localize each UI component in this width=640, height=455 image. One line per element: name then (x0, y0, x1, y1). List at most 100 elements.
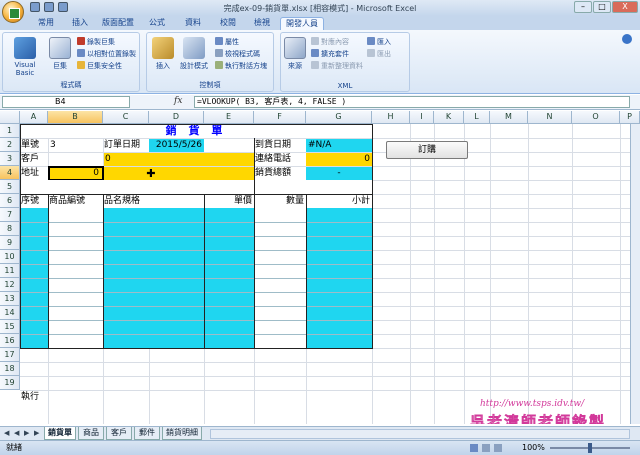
sheet-tab-sales-slip[interactable]: 銷貨單 (44, 427, 76, 440)
horizontal-scrollbar[interactable] (210, 429, 630, 439)
gridline (20, 334, 372, 335)
column-header-f[interactable]: F (254, 111, 306, 124)
watermark-signature: 吳老清師老師錄製 (469, 413, 607, 425)
first-sheet-icon[interactable]: ◀ (4, 429, 9, 437)
column-header-b[interactable]: B (48, 111, 103, 124)
visual-basic-button[interactable]: Visual Basic (5, 37, 45, 77)
column-header-e[interactable]: E (204, 111, 254, 124)
office-button-icon[interactable] (2, 1, 24, 23)
macros-button[interactable]: 巨集 (47, 37, 73, 71)
vertical-scrollbar[interactable] (630, 124, 640, 424)
column-header-a[interactable]: A (20, 111, 48, 124)
row-header-7[interactable]: 7 (0, 208, 20, 222)
page-layout-view-icon[interactable] (482, 444, 490, 452)
source-button[interactable]: 來源 (283, 37, 307, 71)
row-header-5[interactable]: 5 (0, 180, 20, 194)
tab-view[interactable]: 檢視 (246, 17, 278, 30)
row-header-6[interactable]: 6 (0, 194, 20, 208)
select-all-corner[interactable] (0, 111, 20, 124)
column-header-g[interactable]: G (306, 111, 372, 124)
cell-e2[interactable] (204, 139, 254, 152)
row-header-10[interactable]: 10 (0, 250, 20, 264)
column-header-h[interactable]: H (372, 111, 410, 124)
view-code-button[interactable]: 檢視程式碼 (215, 49, 260, 59)
close-button[interactable]: X (612, 1, 638, 13)
column-header-m[interactable]: M (490, 111, 528, 124)
sheet-tab-products[interactable]: 商品 (78, 427, 104, 440)
column-header-n[interactable]: N (528, 111, 572, 124)
next-sheet-icon[interactable]: ▶ (24, 429, 29, 437)
properties-button[interactable]: 屬性 (215, 37, 239, 47)
tab-insert[interactable]: 插入 (64, 17, 96, 30)
record-macro-button[interactable]: 錄製巨集 (77, 37, 115, 47)
row-header-15[interactable]: 15 (0, 320, 20, 334)
macro-security-button[interactable]: 巨集安全性 (77, 61, 122, 71)
insert-control-button[interactable]: 插入 (149, 37, 177, 71)
function-icon[interactable]: fx (174, 96, 182, 106)
address-value-extended[interactable] (104, 167, 254, 180)
prev-sheet-icon[interactable]: ◀ (14, 429, 19, 437)
map-properties-button[interactable]: 對應內容 (311, 37, 349, 47)
column-header-c[interactable]: C (103, 111, 149, 124)
normal-view-icon[interactable] (470, 444, 478, 452)
customer-name-value[interactable]: 0 (104, 153, 254, 166)
expansion-packs-button[interactable]: 擴充套件 (311, 49, 349, 59)
order-date-value[interactable]: 2015/5/26 (149, 139, 204, 152)
delivery-date-value[interactable]: #N/A (306, 139, 372, 152)
sheet-tab-customers[interactable]: 客戶 (106, 427, 132, 440)
column-header-o[interactable]: O (572, 111, 620, 124)
row-header-12[interactable]: 12 (0, 278, 20, 292)
row-header-13[interactable]: 13 (0, 292, 20, 306)
row-header-2[interactable]: 2 (0, 138, 20, 152)
name-box[interactable]: B4 (2, 96, 130, 108)
phone-value[interactable]: 0 (306, 153, 372, 166)
column-header-p[interactable]: P (620, 111, 640, 124)
row-header-16[interactable]: 16 (0, 334, 20, 348)
row-header-11[interactable]: 11 (0, 264, 20, 278)
row-header-3[interactable]: 3 (0, 152, 20, 166)
row-header-1[interactable]: 1 (0, 124, 20, 138)
run-dialog-button[interactable]: 執行對話方塊 (215, 61, 267, 71)
last-sheet-icon[interactable]: ▶ (34, 429, 39, 437)
design-mode-button[interactable]: 設計模式 (177, 37, 211, 71)
sheet-tab-mail[interactable]: 郵件 (134, 427, 160, 440)
export-button[interactable]: 匯出 (367, 49, 391, 59)
tab-developer[interactable]: 開發人員 (280, 17, 324, 30)
page-break-view-icon[interactable] (494, 444, 502, 452)
formula-input[interactable]: =VLOOKUP( B3, 客戶表, 4, FALSE ) (194, 96, 630, 108)
maximize-button[interactable]: □ (593, 1, 611, 13)
column-header-i[interactable]: I (410, 111, 434, 124)
column-header-l[interactable]: L (464, 111, 490, 124)
row-header-17[interactable]: 17 (0, 348, 20, 362)
tab-review[interactable]: 校閱 (212, 17, 244, 30)
address-value-selected[interactable]: 0 (48, 166, 104, 181)
sheet-tab-sales-detail[interactable]: 銷貨明細 (162, 427, 202, 440)
tab-page-layout[interactable]: 版面配置 (98, 17, 138, 30)
column-header-d[interactable]: D (149, 111, 204, 124)
export-icon (367, 49, 375, 57)
row-header-4[interactable]: 4 (0, 166, 20, 180)
row-header-8[interactable]: 8 (0, 222, 20, 236)
relative-reference-button[interactable]: 以相對位置錄製 (77, 49, 136, 59)
row-header-14[interactable]: 14 (0, 306, 20, 320)
xml-group-label: XML (337, 82, 353, 90)
refresh-data-button[interactable]: 重新整理資料 (311, 61, 363, 71)
minimize-button[interactable]: – (574, 1, 592, 13)
row-header-9[interactable]: 9 (0, 236, 20, 250)
zoom-level[interactable]: 100% (522, 441, 545, 455)
gridline (20, 292, 372, 293)
total-value[interactable]: - (306, 167, 372, 180)
order-no-input[interactable]: 3 (49, 139, 103, 152)
zoom-slider-handle[interactable] (588, 443, 592, 453)
row-header-18[interactable]: 18 (0, 362, 20, 376)
customer-input[interactable] (49, 153, 103, 166)
tab-data[interactable]: 資料 (176, 17, 210, 30)
gridline (20, 250, 372, 251)
column-header-k[interactable]: K (434, 111, 464, 124)
import-button[interactable]: 匯入 (367, 37, 391, 47)
help-icon[interactable] (622, 34, 632, 44)
tab-home[interactable]: 常用 (30, 17, 62, 30)
row-header-19[interactable]: 19 (0, 376, 20, 390)
tab-formulas[interactable]: 公式 (140, 17, 174, 30)
order-button[interactable]: 訂購 (386, 141, 468, 159)
